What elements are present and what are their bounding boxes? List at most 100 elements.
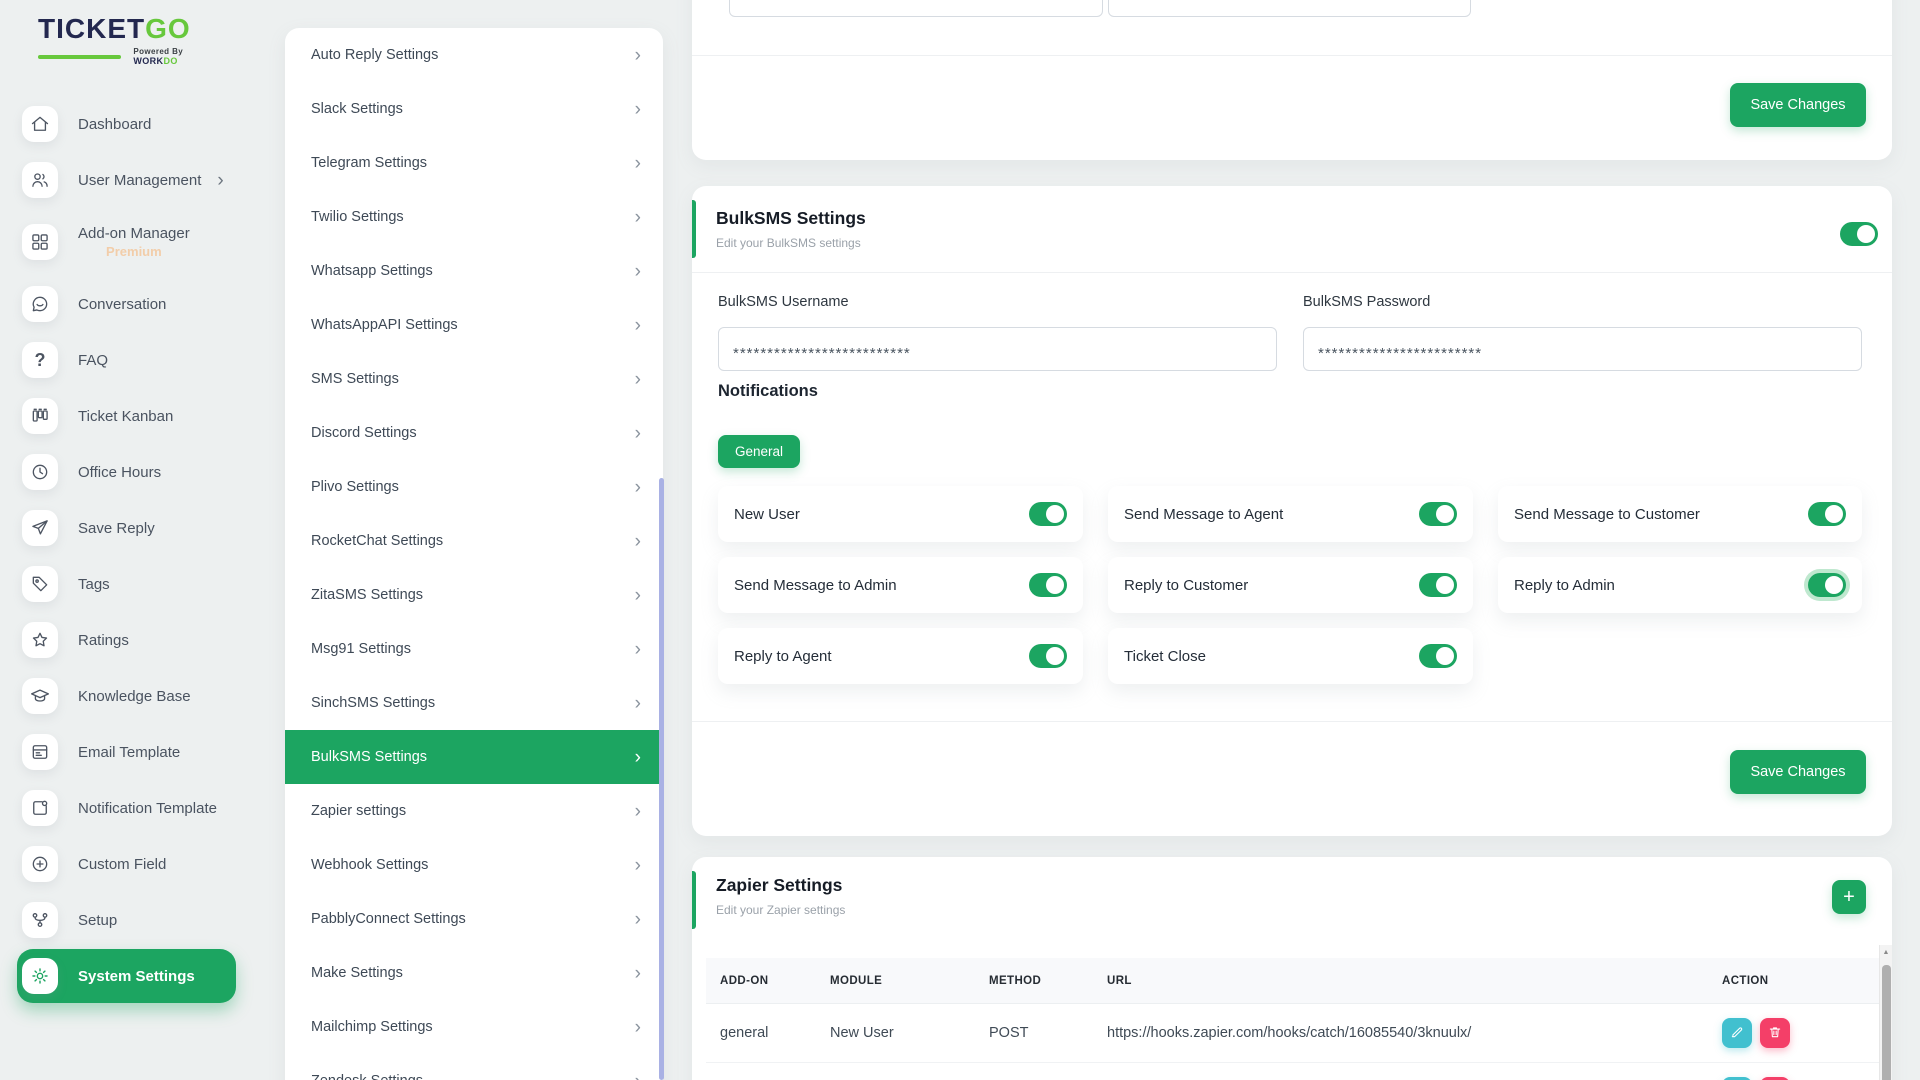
chevron-right-icon: › (635, 964, 641, 983)
settings-nav-item-pabblyconnect[interactable]: PabblyConnect Settings› (285, 892, 663, 946)
bulksms-enable-toggle[interactable] (1840, 222, 1878, 246)
username-field[interactable] (718, 327, 1277, 371)
powered-brand-accent: DO (163, 56, 177, 66)
chevron-right-icon: › (635, 370, 641, 389)
settings-nav-item-twilio[interactable]: Twilio Settings › (285, 190, 663, 244)
save-changes-button[interactable]: Save Changes (1730, 83, 1866, 127)
sidebar-item-label-stack: Add-on Manager Premium (78, 225, 190, 259)
settings-nav-item-make[interactable]: Make Settings› (285, 946, 663, 1000)
save-changes-button[interactable]: Save Changes (1730, 750, 1866, 794)
sidebar-item-faq[interactable]: ? FAQ (0, 332, 285, 388)
powered-brand: WORK (133, 56, 163, 66)
delete-button[interactable] (1760, 1018, 1790, 1048)
settings-nav-item-plivo[interactable]: Plivo Settings› (285, 460, 663, 514)
send-message-to-agent-toggle[interactable] (1419, 502, 1457, 526)
sidebar-item-system-settings[interactable]: System Settings (17, 949, 236, 1003)
settings-nav-item-whatsapp[interactable]: Whatsapp Settings› (285, 244, 663, 298)
column-header-module: MODULE (816, 975, 975, 987)
toggle-label: Send Message to Admin (734, 577, 897, 594)
edit-button[interactable] (1722, 1018, 1752, 1048)
sidebar-item-knowledge-base[interactable]: Knowledge Base (0, 668, 285, 724)
sidebar-item-email-template[interactable]: Email Template (0, 724, 285, 780)
reply-to-agent-toggle[interactable] (1029, 644, 1067, 668)
sidebar-item-user-management[interactable]: User Management › (0, 152, 285, 208)
reply-to-admin-toggle[interactable] (1808, 573, 1846, 597)
chevron-right-icon: › (635, 1072, 641, 1080)
settings-nav-label: PabblyConnect Settings (311, 911, 466, 927)
settings-nav-item-mailchimp[interactable]: Mailchimp Settings› (285, 1000, 663, 1054)
users-icon (22, 162, 58, 198)
sidebar-item-label: System Settings (78, 968, 195, 985)
chevron-right-icon: › (635, 478, 641, 497)
settings-nav-item-msg91[interactable]: Msg91 Settings› (285, 622, 663, 676)
cell-actions (1708, 1018, 1886, 1048)
scroll-up-arrow-icon: ▲ (1880, 949, 1892, 956)
reply-to-customer-toggle[interactable] (1419, 573, 1457, 597)
settings-nav-item-zitasms[interactable]: ZitaSMS Settings› (285, 568, 663, 622)
sidebar-item-save-reply[interactable]: Save Reply (0, 500, 285, 556)
cell-method: POST (975, 1025, 1093, 1041)
sidebar-item-office-hours[interactable]: Office Hours (0, 444, 285, 500)
sidebar-item-notification-template[interactable]: Notification Template (0, 780, 285, 836)
table-scrollbar[interactable]: ▲ (1879, 945, 1892, 1080)
chevron-right-icon: › (635, 748, 641, 767)
settings-nav-label: Discord Settings (311, 425, 417, 441)
send-message-to-customer-toggle[interactable] (1808, 502, 1846, 526)
divider (692, 55, 1892, 56)
card-accent-bar (692, 200, 696, 258)
ticket-close-toggle[interactable] (1419, 644, 1457, 668)
settings-nav-item-webhook[interactable]: Webhook Settings› (285, 838, 663, 892)
sidebar-item-tags[interactable]: Tags (0, 556, 285, 612)
settings-nav-label: Slack Settings (311, 101, 403, 117)
settings-nav-item-rocketchat[interactable]: RocketChat Settings› (285, 514, 663, 568)
sidebar-item-conversation[interactable]: Conversation (0, 276, 285, 332)
settings-nav-item-whatsappapi[interactable]: WhatsAppAPI Settings› (285, 298, 663, 352)
brand-logo[interactable]: TICKETGO Powered By WORKDO (38, 14, 223, 66)
chevron-right-icon: › (635, 532, 641, 551)
text-field[interactable] (729, 0, 1103, 17)
table-scrollbar-thumb[interactable] (1882, 965, 1891, 1080)
zapier-settings-card: Zapier Settings Edit your Zapier setting… (692, 857, 1892, 1080)
bulksms-settings-card: BulkSMS Settings Edit your BulkSMS setti… (692, 186, 1892, 836)
new-user-toggle[interactable] (1029, 502, 1067, 526)
settings-nav-item-bulksms[interactable]: BulkSMS Settings› (285, 730, 663, 784)
divider (692, 721, 1892, 722)
text-field[interactable] (1108, 0, 1471, 17)
settings-nav-item-discord[interactable]: Discord Settings › (285, 406, 663, 460)
sidebar-item-ratings[interactable]: Ratings (0, 612, 285, 668)
sidebar-nav: Dashboard User Management › Add-on Manag… (0, 96, 285, 1004)
settings-nav-item-zapier[interactable]: Zapier settings› (285, 784, 663, 838)
sidebar-item-addon-manager[interactable]: Add-on Manager Premium (0, 208, 285, 276)
chevron-right-icon: › (635, 424, 641, 443)
settings-nav-label: ZitaSMS Settings (311, 587, 423, 603)
settings-nav-item-sms[interactable]: SMS Settings› (285, 352, 663, 406)
sidebar: TICKETGO Powered By WORKDO Dashboard Use… (0, 0, 285, 1080)
sidebar-item-ticket-kanban[interactable]: Ticket Kanban (0, 388, 285, 444)
kanban-icon (22, 398, 58, 434)
toggle-label: Reply to Customer (1124, 577, 1248, 594)
settings-nav-label: Telegram Settings (311, 155, 427, 171)
sidebar-item-custom-field[interactable]: Custom Field (0, 836, 285, 892)
add-zap-button[interactable]: + (1832, 880, 1866, 914)
column-header-method: METHOD (975, 975, 1093, 987)
premium-badge: Premium (106, 244, 162, 259)
sidebar-item-setup[interactable]: Setup (0, 892, 285, 948)
tab-general[interactable]: General (718, 435, 800, 468)
notification-template-icon (22, 790, 58, 826)
pencil-icon (1730, 1025, 1744, 1042)
sidebar-item-dashboard[interactable]: Dashboard (0, 96, 285, 152)
cell-module: New User (816, 1025, 975, 1041)
settings-nav-label: Twilio Settings (311, 209, 404, 225)
settings-nav-item-zendesk[interactable]: Zendesk Settings› (285, 1054, 663, 1080)
settings-nav-item-auto-reply[interactable]: Auto Reply Settings› (285, 28, 663, 82)
brand-logo-text: TICKETGO (38, 14, 223, 44)
chevron-right-icon: › (635, 208, 641, 227)
chevron-right-icon: › (635, 802, 641, 821)
settings-panel-scrollbar[interactable] (659, 478, 664, 1080)
settings-nav-item-slack[interactable]: Slack Settings› (285, 82, 663, 136)
settings-nav-item-sinchsms[interactable]: SinchSMS Settings› (285, 676, 663, 730)
password-field[interactable] (1303, 327, 1862, 371)
send-message-to-admin-toggle[interactable] (1029, 573, 1067, 597)
settings-nav-item-telegram[interactable]: Telegram Settings› (285, 136, 663, 190)
brand-underline (38, 55, 121, 59)
